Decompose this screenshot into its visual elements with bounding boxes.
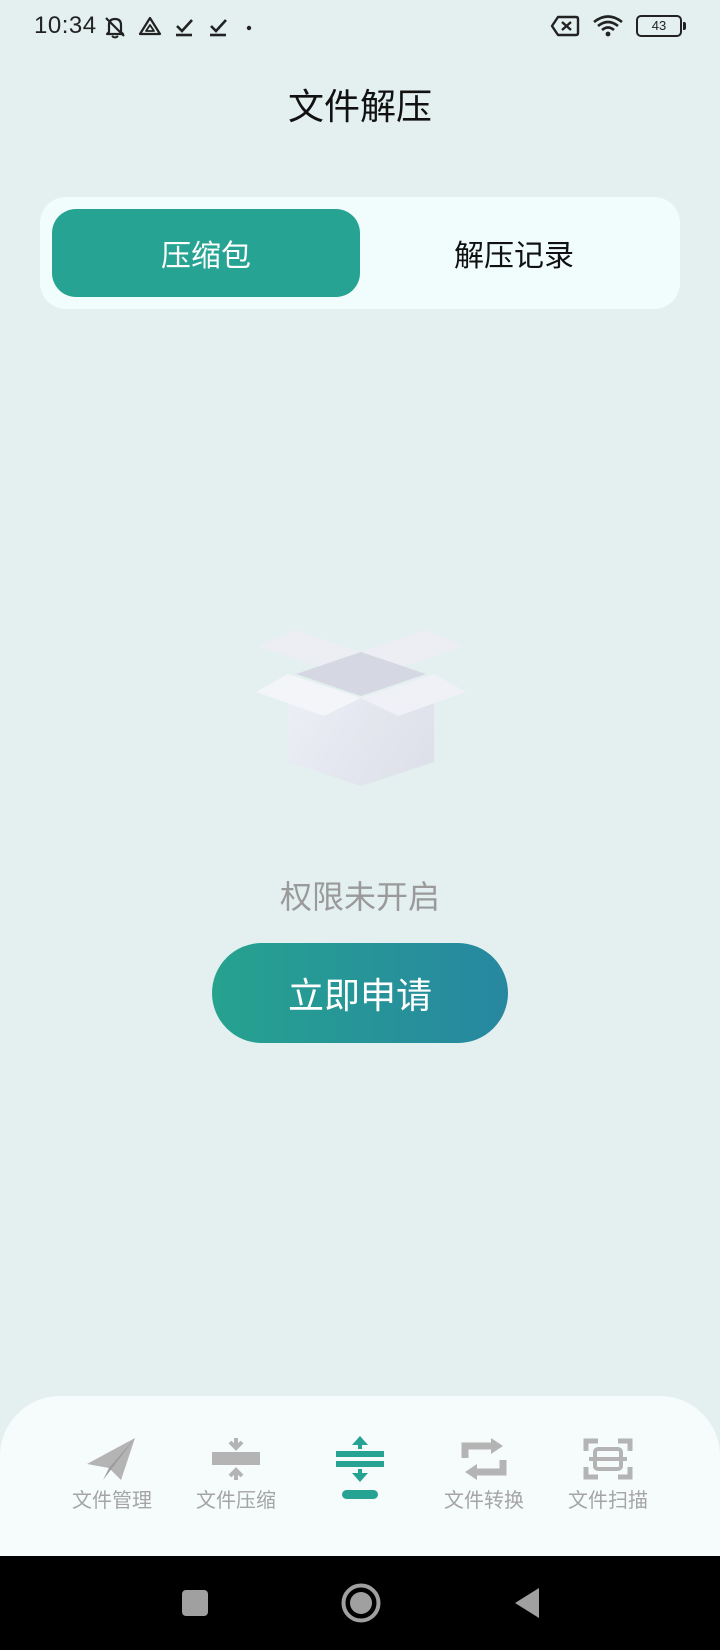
more-notifications-dot-icon [246, 25, 252, 31]
nav-file-convert[interactable]: 文件转换 [422, 1436, 546, 1516]
no-sim-icon [550, 15, 580, 37]
home-circle-icon [341, 1583, 381, 1623]
back-triangle-icon [515, 1588, 539, 1618]
battery-indicator: 43 [636, 15, 686, 37]
page-title: 文件解压 [287, 87, 432, 128]
nav-file-extract[interactable] [298, 1436, 422, 1516]
bottom-nav: 文件管理 文件压缩 文件转换 文件扫描 [0, 1396, 720, 1556]
drive-icon [138, 16, 162, 36]
empty-box-icon [256, 630, 466, 786]
status-right-icons: 43 [550, 14, 686, 38]
tab-bar: 压缩包 解压记录 [40, 197, 680, 309]
status-bar: 10:34 43 [0, 0, 720, 56]
tab-archives[interactable]: 压缩包 [52, 209, 360, 297]
wifi-icon [593, 15, 623, 37]
active-tab-indicator [342, 1490, 378, 1499]
nav-file-scan[interactable]: 文件扫描 [546, 1436, 670, 1516]
permission-status-text: 权限未开启 [279, 878, 440, 916]
nav-label: 文件转换 [444, 1488, 524, 1512]
tab-extract-history[interactable]: 解压记录 [360, 209, 668, 297]
request-permission-button[interactable]: 立即申请 [212, 943, 508, 1043]
download-done-icon-2 [210, 19, 227, 37]
extract-icon [333, 1436, 387, 1482]
system-nav-bar [0, 1556, 720, 1650]
alarm-off-icon [105, 17, 125, 39]
nav-label: 文件管理 [72, 1488, 152, 1512]
nav-label: 文件扫描 [568, 1488, 648, 1512]
nav-file-compress[interactable]: 文件压缩 [174, 1436, 298, 1516]
status-left-icons [102, 14, 258, 40]
compress-icon [209, 1436, 263, 1482]
home-button[interactable] [336, 1556, 386, 1650]
convert-icon [457, 1436, 511, 1482]
recent-apps-button[interactable] [170, 1556, 220, 1650]
download-done-icon [176, 19, 193, 37]
square-icon [182, 1590, 208, 1616]
scan-icon [581, 1436, 635, 1482]
nav-label: 文件压缩 [196, 1488, 276, 1512]
nav-file-manager[interactable]: 文件管理 [50, 1436, 174, 1516]
back-button[interactable] [502, 1556, 552, 1650]
status-time: 10:34 [34, 12, 97, 39]
paper-plane-icon [85, 1436, 139, 1482]
